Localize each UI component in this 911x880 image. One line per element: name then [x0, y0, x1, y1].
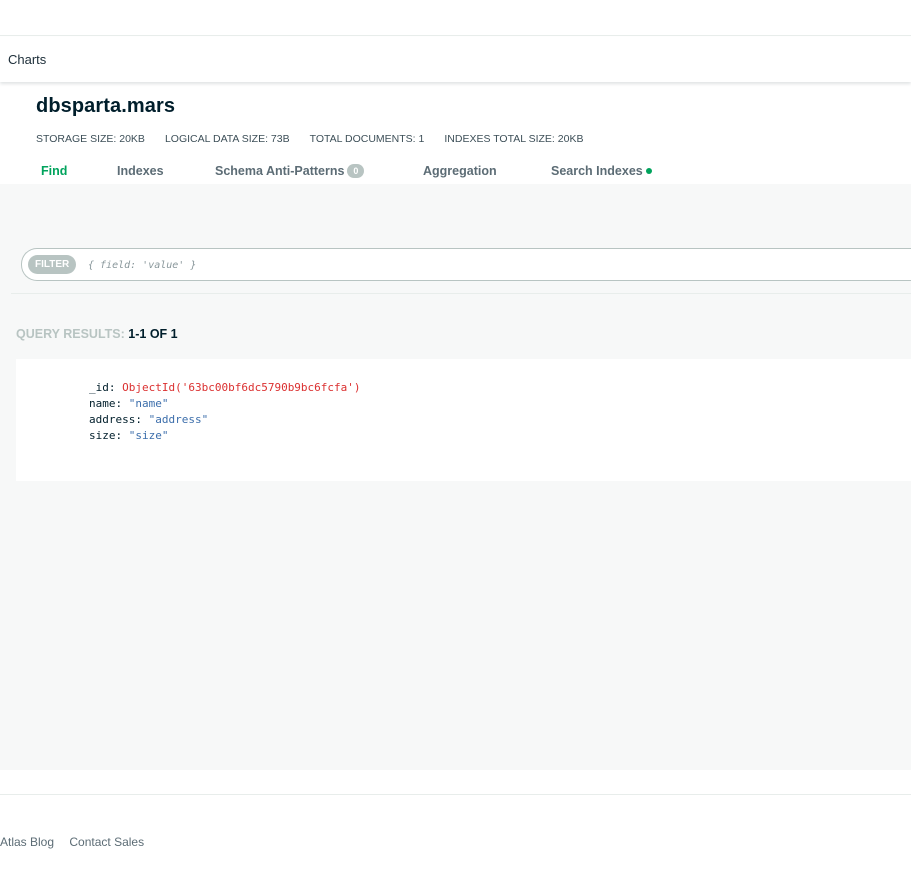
status-dot-icon — [645, 168, 652, 174]
storage-size-stat: STORAGE SIZE: 20KB — [36, 133, 145, 145]
document-fields: _id: ObjectId('63bc00bf6dc5790b9bc6fcfa'… — [89, 380, 361, 444]
field-value: "address" — [148, 413, 209, 426]
filter-label: FILTER — [28, 255, 77, 274]
field-key: address — [89, 413, 136, 426]
logical-data-size-stat: LOGICAL DATA SIZE: 73B — [164, 133, 290, 145]
field-key: name — [89, 397, 116, 410]
schema-count-badge: 0 — [347, 164, 365, 178]
footer-links: Atlas Blog Contact Sales — [0, 835, 156, 849]
tab-find[interactable]: Find — [41, 164, 67, 178]
field-value: "size" — [128, 429, 169, 442]
charts-link[interactable]: Charts — [8, 52, 46, 67]
tab-aggregation[interactable]: Aggregation — [423, 164, 497, 178]
filter-bar: FILTER — [21, 248, 911, 281]
field-key: _id — [89, 381, 109, 394]
sub-navigation: Charts — [0, 37, 911, 82]
filter-input[interactable] — [88, 255, 688, 275]
top-bar — [0, 0, 911, 36]
tab-search-label: Search Indexes — [551, 164, 643, 178]
collection-title: dbsparta.mars — [36, 95, 176, 117]
tab-search-indexes[interactable]: Search Indexes — [551, 164, 652, 178]
document-field: _id: ObjectId('63bc00bf6dc5790b9bc6fcfa'… — [89, 381, 361, 394]
query-results-summary: QUERY RESULTS: 1-1 OF 1 — [16, 327, 178, 341]
total-documents-stat: TOTAL DOCUMENTS: 1 — [309, 133, 425, 145]
document-card[interactable]: _id: ObjectId('63bc00bf6dc5790b9bc6fcfa'… — [16, 359, 911, 481]
tab-schema-anti-patterns[interactable]: Schema Anti-Patterns 0 — [215, 164, 365, 178]
field-value: "name" — [128, 397, 169, 410]
document-field: name: "name" — [89, 397, 169, 410]
query-results-label: QUERY RESULTS: — [16, 327, 125, 341]
document-field: address: "address" — [89, 413, 209, 426]
collection-stats: STORAGE SIZE: 20KB LOGICAL DATA SIZE: 73… — [36, 133, 603, 145]
collection-tabs: Find Indexes Schema Anti-Patterns 0 Aggre… — [0, 160, 911, 184]
document-field: size: "size" — [89, 429, 169, 442]
indexes-total-size-stat: INDEXES TOTAL SIZE: 20KB — [444, 133, 584, 145]
query-results-count: 1-1 OF 1 — [128, 327, 178, 341]
tab-indexes[interactable]: Indexes — [117, 164, 164, 178]
footer-divider — [0, 794, 911, 795]
field-key: size — [89, 429, 116, 442]
field-value: ObjectId('63bc00bf6dc5790b9bc6fcfa') — [122, 381, 361, 394]
divider — [11, 293, 911, 294]
footer-link-atlas-blog[interactable]: Atlas Blog — [0, 835, 54, 849]
tab-schema-label: Schema Anti-Patterns — [215, 164, 345, 178]
footer-link-contact-sales[interactable]: Contact Sales — [69, 835, 144, 849]
